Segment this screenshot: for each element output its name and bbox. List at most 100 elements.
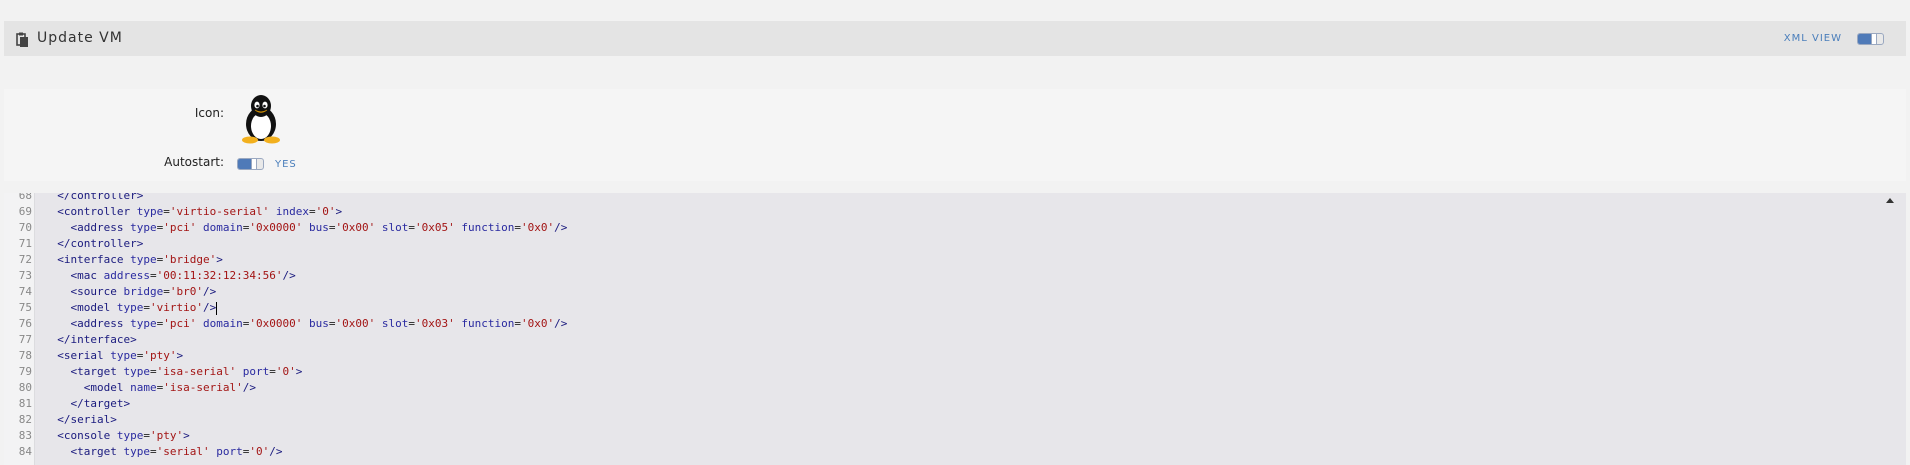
code-token: type — [130, 317, 157, 330]
code-token: type — [130, 221, 157, 234]
code-token: port — [242, 365, 270, 378]
code-text[interactable]: <target type='isa-serial' port='0'> — [44, 364, 303, 380]
code-line[interactable]: 68 </controller> — [4, 193, 1906, 204]
code-line[interactable]: 75 <model type='virtio'/> — [4, 300, 1906, 316]
line-number: 68 — [18, 193, 32, 202]
code-token: 'isa-serial' — [163, 381, 243, 394]
clipboard-icon — [15, 32, 31, 48]
code-text[interactable]: <address type='pci' domain='0x0000' bus=… — [44, 220, 568, 236]
code-line[interactable]: 71 </controller> — [4, 236, 1906, 252]
code-line[interactable]: 82 </serial> — [4, 412, 1906, 428]
code-token: type — [123, 365, 150, 378]
code-token: = — [149, 365, 157, 378]
code-token: function — [461, 221, 515, 234]
code-token: /> — [269, 445, 283, 458]
code-line[interactable]: 84 <target type='serial' port='0'/> — [4, 444, 1906, 460]
code-token: = — [149, 269, 157, 282]
code-text[interactable]: <console type='pty'> — [44, 428, 189, 444]
code-token: 'pci' — [163, 317, 197, 330]
code-text[interactable]: <target type='serial' port='0'/> — [44, 444, 283, 460]
scroll-up-arrow-icon[interactable] — [1886, 198, 1894, 203]
xml-view-toggle[interactable] — [1857, 33, 1884, 45]
code-token: </interface> — [57, 333, 137, 346]
code-token: /> — [202, 301, 217, 314]
page-title: Update VM — [37, 30, 123, 46]
xml-view-toggle-knob[interactable] — [1871, 34, 1877, 44]
code-line[interactable]: 83 <console type='pty'> — [4, 428, 1906, 444]
code-token: bus — [308, 221, 329, 234]
code-token: /> — [202, 285, 217, 298]
xml-view-toggle-fill — [1858, 34, 1871, 44]
code-token: name — [130, 381, 157, 394]
code-line[interactable]: 80 <model name='isa-serial'/> — [4, 380, 1906, 396]
code-token: 'pty' — [149, 429, 184, 442]
code-token: '0x0' — [520, 221, 555, 234]
code-token: </target> — [70, 397, 131, 410]
xml-view-label[interactable]: XML VIEW — [1784, 33, 1842, 44]
code-text[interactable]: <model type='virtio'/> — [44, 300, 218, 316]
line-number: 80 — [18, 381, 32, 394]
code-token: = — [143, 301, 150, 314]
code-token: > — [295, 365, 303, 378]
code-token: type — [116, 301, 144, 314]
code-token: <address — [70, 221, 124, 234]
xml-code-editor[interactable]: 68 </controller> 69 <controller type='vir… — [4, 193, 1906, 465]
code-text[interactable]: <address type='pci' domain='0x0000' bus=… — [44, 316, 568, 332]
line-number: 84 — [18, 445, 32, 458]
code-line[interactable]: 72 <interface type='bridge'> — [4, 252, 1906, 268]
code-token: domain — [202, 221, 243, 234]
code-token: <address — [70, 317, 124, 330]
code-line[interactable]: 77 </interface> — [4, 332, 1906, 348]
code-token: 'pty' — [143, 349, 177, 362]
code-line[interactable]: 81 </target> — [4, 396, 1906, 412]
code-token: = — [514, 317, 521, 330]
code-text[interactable]: <serial type='pty'> — [44, 348, 183, 364]
code-text[interactable]: </controller> — [44, 193, 143, 204]
code-text[interactable]: </interface> — [44, 332, 137, 348]
line-number: 79 — [18, 365, 32, 378]
code-token: '0x0000' — [249, 221, 303, 234]
code-text[interactable]: <source bridge='br0'/> — [44, 284, 217, 300]
vm-settings-panel: Icon: Autostart: YES — [4, 89, 1906, 181]
code-token: <serial — [57, 349, 104, 362]
code-lines[interactable]: 68 </controller> 69 <controller type='vir… — [4, 193, 1906, 460]
code-text[interactable]: </serial> — [44, 412, 117, 428]
code-token: '0' — [275, 365, 296, 378]
code-token: 'isa-serial' — [156, 365, 237, 378]
code-token: type — [116, 429, 144, 442]
code-line[interactable]: 74 <source bridge='br0'/> — [4, 284, 1906, 300]
code-text[interactable]: </controller> — [44, 236, 143, 252]
code-line[interactable]: 69 <controller type='virtio-serial' inde… — [4, 204, 1906, 220]
code-token: '0x0000' — [249, 317, 303, 330]
autostart-toggle-knob[interactable] — [251, 159, 257, 169]
code-line[interactable]: 76 <address type = 'pci' domain = '0x0000' b… — [4, 316, 1906, 332]
code-token: slot — [381, 221, 409, 234]
code-text[interactable]: <interface type='bridge'> — [44, 252, 223, 268]
line-number: 77 — [18, 333, 32, 346]
code-token: </controller> — [57, 237, 144, 250]
code-token: <target — [70, 365, 117, 378]
code-line[interactable]: 73 <mac address='00:11:32:12:34:56'/> — [4, 268, 1906, 284]
code-line[interactable]: 78 <serial type='pty'> — [4, 348, 1906, 364]
autostart-status-text: YES — [275, 159, 297, 170]
code-token: type — [130, 253, 157, 266]
code-line[interactable]: 70 <address type = 'pci' domain = '0x0000' b… — [4, 220, 1906, 236]
code-text[interactable]: <mac address='00:11:32:12:34:56'/> — [44, 268, 296, 284]
code-token: port — [216, 445, 243, 458]
icon-field-label: Icon: — [194, 106, 224, 120]
code-text[interactable]: <controller type='virtio-serial' index='… — [44, 204, 342, 220]
code-token: /> — [554, 317, 568, 330]
linux-tux-icon[interactable] — [238, 94, 284, 144]
autostart-toggle[interactable] — [237, 158, 264, 170]
code-token: = — [149, 445, 157, 458]
code-line[interactable]: 79 <target type='isa-serial' port='0'> — [4, 364, 1906, 380]
text-cursor — [216, 301, 218, 315]
code-token: 'serial' — [156, 445, 210, 458]
code-text[interactable]: <model name='isa-serial'/> — [44, 380, 256, 396]
code-text[interactable]: </target> — [44, 396, 131, 412]
code-token: '0x03' — [414, 317, 455, 330]
